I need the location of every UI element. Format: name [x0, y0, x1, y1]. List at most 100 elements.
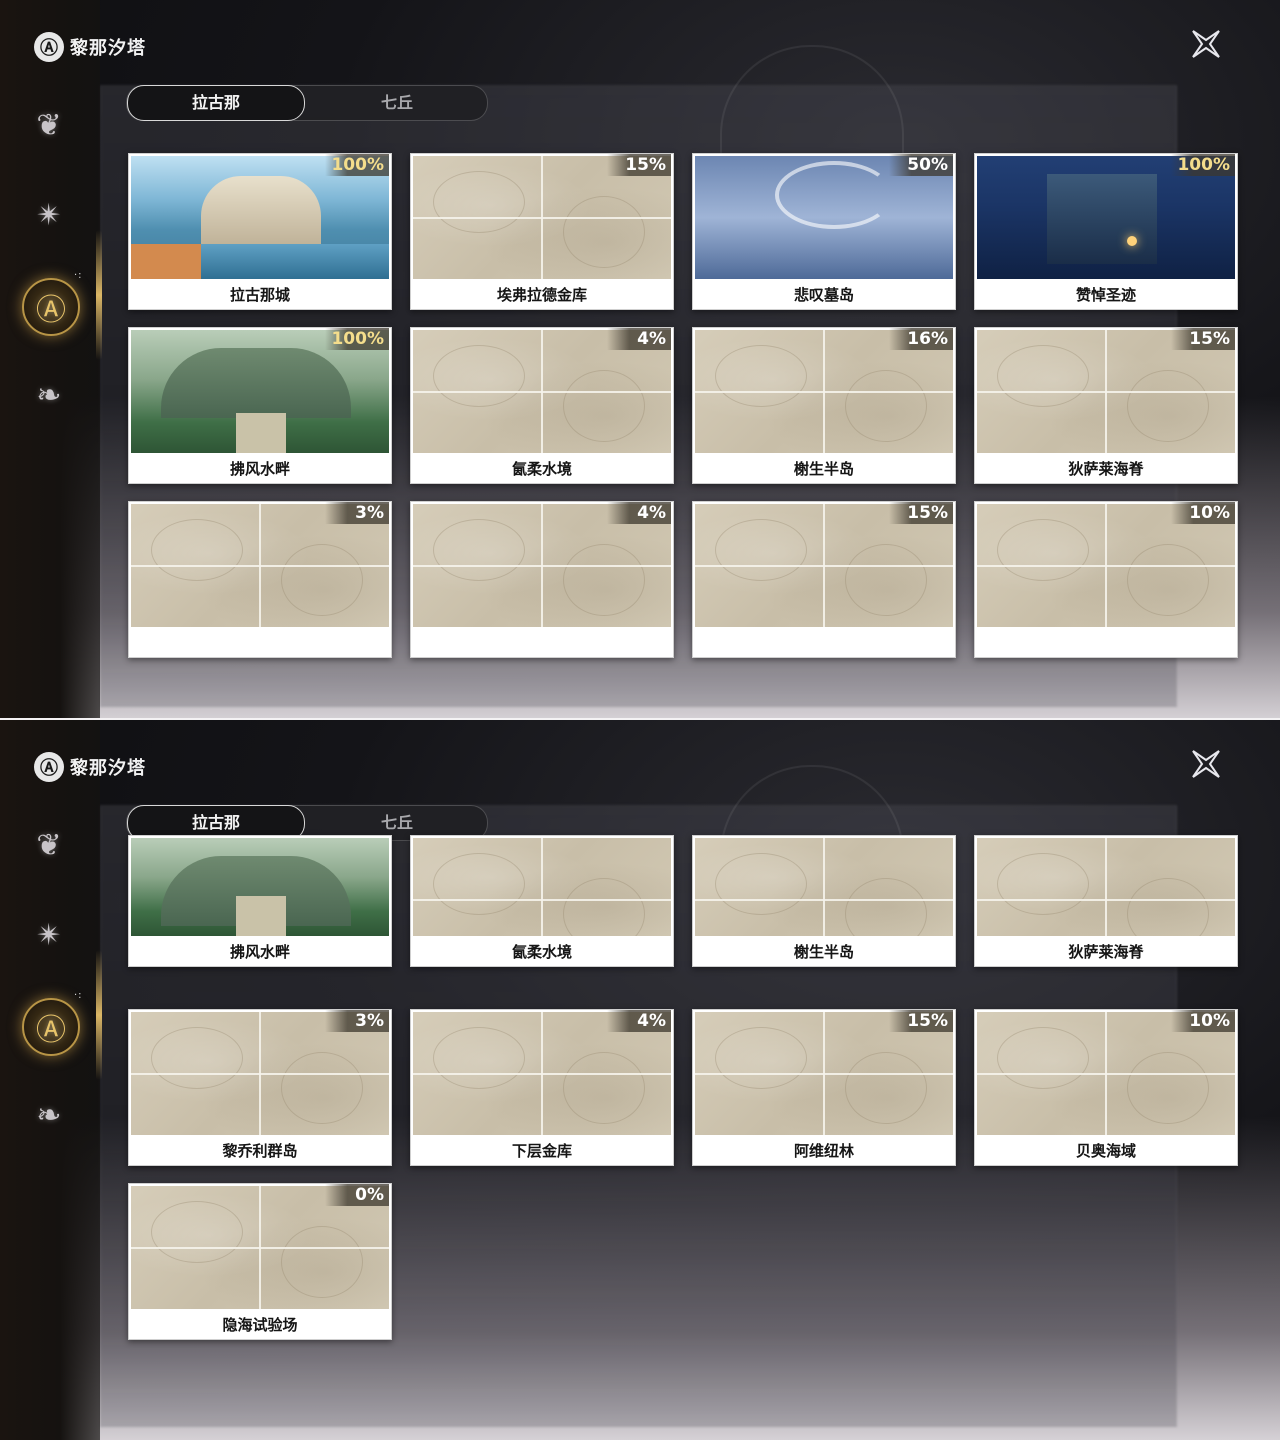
location-name: 埃弗拉德金库: [496, 286, 587, 304]
map-grid-line: [695, 1073, 953, 1075]
left-rail: ❦ ✴ Ⓐ ·: ❧: [0, 720, 102, 1440]
location-name: 榭生半岛: [793, 460, 854, 478]
progress-badge: 3%: [325, 502, 389, 524]
location-card[interactable]: 3%: [128, 501, 392, 658]
map-contour: [433, 1027, 525, 1089]
location-card[interactable]: 4% 氤柔水境: [410, 327, 674, 484]
map-contour: [845, 544, 927, 616]
app-header: Ⓐ 黎那汐塔: [34, 32, 146, 62]
location-card[interactable]: 100% 拂风水畔: [128, 327, 392, 484]
star-emblem-icon[interactable]: ✴: [22, 188, 76, 242]
map-contour: [151, 1027, 243, 1089]
location-card[interactable]: 50% 悲叹墓岛: [692, 153, 956, 310]
map-contour: [997, 345, 1089, 407]
location-card[interactable]: 3% 黎乔利群岛: [128, 1009, 392, 1166]
close-icon: [1192, 30, 1220, 58]
progress-badge: 15%: [1171, 328, 1235, 350]
region-emblem-icon[interactable]: Ⓐ: [22, 998, 80, 1056]
scene-path: [236, 896, 286, 936]
region-emblem-icon[interactable]: Ⓐ: [22, 278, 80, 336]
location-card[interactable]: 100% 赞悼圣迹: [974, 153, 1238, 310]
star-emblem-icon[interactable]: ✴: [22, 908, 76, 962]
bird-emblem-icon[interactable]: ❧: [22, 368, 76, 422]
location-thumbnail: [413, 838, 671, 936]
location-card[interactable]: 榭生半岛: [692, 835, 956, 967]
scene-lamp: [1127, 236, 1137, 246]
scene-swirl: [775, 161, 893, 229]
map-grid-line: [413, 565, 671, 567]
map-grid-line: [977, 899, 1235, 901]
map-grid-line: [1105, 838, 1107, 936]
location-name: [129, 629, 391, 657]
map-contour: [845, 370, 927, 442]
tab-laguna[interactable]: 拉古那: [127, 85, 305, 121]
progress-badge: 15%: [889, 502, 953, 524]
map-contour: [563, 196, 645, 268]
location-card[interactable]: 15% 狄萨莱海脊: [974, 327, 1238, 484]
location-card[interactable]: 0% 隐海试验场: [128, 1183, 392, 1340]
location-card[interactable]: 16% 榭生半岛: [692, 327, 956, 484]
map-grid-line: [977, 1073, 1235, 1075]
location-card[interactable]: 氤柔水境: [410, 835, 674, 967]
tab-seven-hills[interactable]: 七丘: [317, 86, 477, 120]
map-contour: [1127, 544, 1209, 616]
progress-badge: 4%: [607, 328, 671, 350]
lotus-emblem-icon[interactable]: ❦: [22, 818, 76, 872]
left-rail: ❦ ✴ Ⓐ ·: ❧: [0, 0, 102, 720]
map-contour: [997, 519, 1089, 581]
map-contour: [151, 519, 243, 581]
progress-badge: 15%: [889, 1010, 953, 1032]
location-card[interactable]: 15%: [692, 501, 956, 658]
location-card[interactable]: 10% 贝奥海域: [974, 1009, 1238, 1166]
location-card[interactable]: 拂风水畔: [128, 835, 392, 967]
map-contour: [997, 1027, 1089, 1089]
progress-badge: 0%: [325, 1184, 389, 1206]
location-card[interactable]: 4% 下层金库: [410, 1009, 674, 1166]
location-card[interactable]: 10%: [974, 501, 1238, 658]
map-grid-line: [131, 1247, 389, 1249]
location-name: 赞悼圣迹: [1075, 286, 1136, 304]
progress-badge: 4%: [607, 1010, 671, 1032]
close-button[interactable]: [1188, 26, 1224, 62]
map-contour: [845, 1052, 927, 1124]
active-rail-glow: [96, 950, 102, 1080]
region-map-panel-top: ❦ ✴ Ⓐ ·: ❧ Ⓐ 黎那汐塔 拉古那 七丘 100% 拉古那城 15% 埃弗拉德…: [0, 0, 1280, 720]
close-button[interactable]: [1188, 746, 1224, 782]
location-name: [975, 629, 1237, 657]
map-contour: [563, 1052, 645, 1124]
lotus-emblem-icon[interactable]: ❦: [22, 98, 76, 152]
location-name: 狄萨莱海脊: [1068, 460, 1144, 478]
map-grid-line: [695, 391, 953, 393]
map-contour: [715, 345, 807, 407]
map-contour: [563, 370, 645, 442]
close-icon: [1192, 750, 1220, 778]
map-grid-line: [413, 391, 671, 393]
progress-badge: 10%: [1171, 502, 1235, 524]
map-grid-line: [977, 565, 1235, 567]
map-contour: [563, 544, 645, 616]
location-card[interactable]: 15% 埃弗拉德金库: [410, 153, 674, 310]
progress-badge: 16%: [889, 328, 953, 350]
location-name: 下层金库: [511, 1142, 572, 1160]
map-contour: [433, 171, 525, 233]
bird-emblem-icon[interactable]: ❧: [22, 1088, 76, 1142]
map-grid-line: [695, 899, 953, 901]
location-card[interactable]: 狄萨莱海脊: [974, 835, 1238, 967]
active-rail-glow: [96, 230, 102, 360]
location-thumbnail: [131, 838, 389, 936]
map-grid-line: [977, 391, 1235, 393]
location-card[interactable]: 100% 拉古那城: [128, 153, 392, 310]
map-grid-line: [541, 838, 543, 936]
map-contour: [715, 853, 807, 915]
app-title: 黎那汐塔: [70, 38, 146, 59]
location-name: 氤柔水境: [511, 943, 572, 961]
scene-path: [236, 413, 286, 453]
rail-dots: ·:: [74, 990, 83, 1001]
rail-dots: ·:: [74, 270, 83, 281]
map-contour: [997, 853, 1089, 915]
location-card[interactable]: 15% 阿维纽林: [692, 1009, 956, 1166]
progress-badge: 50%: [889, 154, 953, 176]
location-card[interactable]: 4%: [410, 501, 674, 658]
location-name: [693, 629, 955, 657]
progress-badge: 3%: [325, 1010, 389, 1032]
